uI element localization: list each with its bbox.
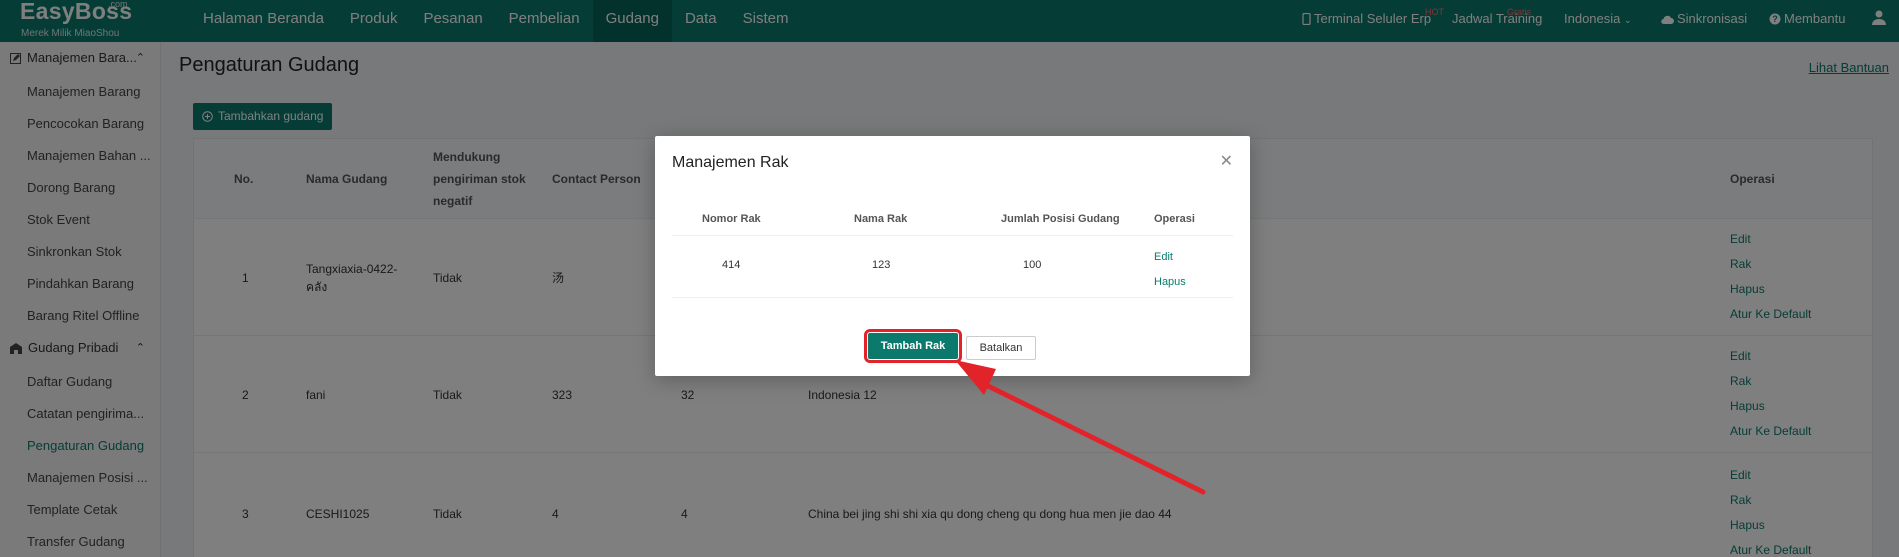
annotation-arrow bbox=[955, 360, 1206, 495]
